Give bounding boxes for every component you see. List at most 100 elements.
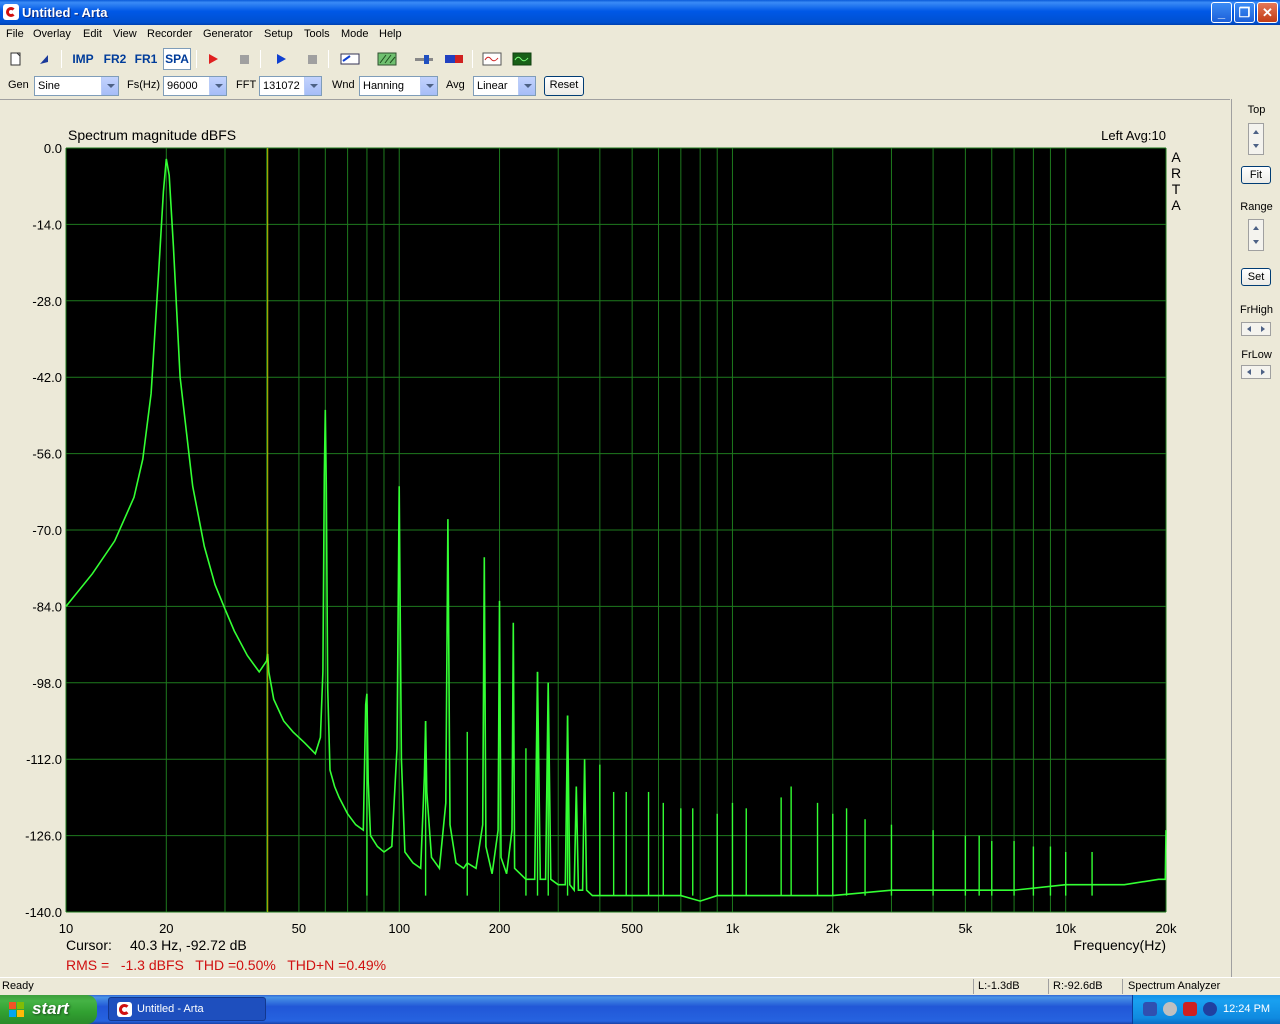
- impulse-mode-button[interactable]: IMP: [70, 48, 96, 70]
- level-meter-icon[interactable]: [442, 48, 466, 70]
- generator-select-value: Sine: [38, 80, 61, 92]
- menu-setup[interactable]: Setup: [264, 28, 293, 40]
- menu-file[interactable]: File: [6, 28, 24, 40]
- fft-size-select[interactable]: 131072: [259, 76, 322, 96]
- distortion-stats: RMS = -1.3 dBFS THD =0.50% THD+N =0.49%: [66, 957, 386, 973]
- frhigh-spinner[interactable]: [1241, 322, 1271, 336]
- top-label: Top: [1247, 104, 1266, 116]
- status-left-level: L:-1.3dB: [978, 980, 1020, 992]
- y-tick-label: -140.0: [25, 905, 62, 920]
- windows-logo-icon: [9, 1002, 24, 1017]
- channel-avg-info: Left Avg:10: [1101, 128, 1166, 143]
- menu-recorder[interactable]: Recorder: [147, 28, 192, 40]
- x-tick-label: 2k: [826, 921, 840, 936]
- y-tick-label: -70.0: [32, 523, 62, 538]
- abc-annotation-icon[interactable]: [338, 48, 362, 70]
- x-axis-label: Frequency(Hz): [1073, 937, 1166, 953]
- frhigh-label: FrHigh: [1239, 304, 1273, 316]
- system-tray: 12:24 PM: [1132, 995, 1280, 1024]
- status-mode: Spectrum Analyzer: [1128, 980, 1221, 992]
- sample-rate-select[interactable]: 96000: [163, 76, 227, 96]
- arta-logo-letter: R: [1171, 165, 1181, 181]
- stop-icon[interactable]: [233, 48, 255, 70]
- new-file-icon[interactable]: [5, 48, 27, 70]
- x-tick-label: 1k: [726, 921, 740, 936]
- chevron-down-icon[interactable]: [420, 77, 437, 95]
- antivirus-icon[interactable]: [1203, 1002, 1217, 1016]
- analyzer-controls: Gen Sine Fs(Hz) 96000 FFT 131072 Wnd Han…: [0, 73, 1280, 99]
- taskbar-arta-item[interactable]: Untitled - Arta: [108, 997, 266, 1021]
- avg-label: Avg: [446, 79, 465, 91]
- start-label: start: [32, 999, 69, 1018]
- frlow-spinner[interactable]: [1241, 365, 1271, 379]
- top-spinner[interactable]: [1248, 123, 1264, 155]
- y-tick-label: -126.0: [25, 829, 62, 844]
- network-icon[interactable]: [1143, 1002, 1157, 1016]
- fit-button[interactable]: Fit: [1241, 166, 1271, 184]
- x-tick-label: 10: [59, 921, 73, 936]
- chevron-down-icon[interactable]: [209, 77, 226, 95]
- menu-view[interactable]: View: [113, 28, 137, 40]
- chart-title: Spectrum magnitude dBFS: [68, 127, 236, 143]
- open-arrow-icon[interactable]: [33, 48, 55, 70]
- x-tick-label: 10k: [1055, 921, 1076, 936]
- frlow-label: FrLow: [1241, 349, 1272, 361]
- x-tick-label: 5k: [959, 921, 973, 936]
- x-tick-label: 50: [292, 921, 306, 936]
- x-tick-label: 100: [388, 921, 410, 936]
- arta-logo-letter: A: [1171, 149, 1181, 165]
- menu-help[interactable]: Help: [379, 28, 402, 40]
- hatched-window-icon[interactable]: [375, 48, 399, 70]
- scope-icon[interactable]: [510, 48, 534, 70]
- restore-button[interactable]: ❐: [1234, 2, 1255, 23]
- y-tick-label: -42.0: [32, 370, 62, 385]
- arta-app-icon[interactable]: [3, 4, 19, 20]
- chevron-down-icon[interactable]: [518, 77, 535, 95]
- security-shield-icon[interactable]: [1183, 1002, 1197, 1016]
- fr2-mode-button[interactable]: FR2: [102, 48, 128, 70]
- window-select[interactable]: Hanning: [359, 76, 438, 96]
- close-button[interactable]: ✕: [1257, 2, 1278, 23]
- y-tick-label: -112.0: [26, 752, 62, 767]
- averaging-select-value: Linear: [477, 80, 508, 92]
- title-bar[interactable]: Untitled - Arta _ ❐ ✕: [0, 0, 1280, 25]
- range-label: Range: [1240, 201, 1273, 213]
- window-label: Wnd: [332, 79, 355, 91]
- menu-edit[interactable]: Edit: [83, 28, 102, 40]
- start-button[interactable]: start: [0, 995, 97, 1024]
- generator-stop-icon[interactable]: [301, 48, 323, 70]
- taskbar: start Untitled - Arta 12:24 PM: [0, 995, 1280, 1024]
- minimize-button[interactable]: _: [1211, 2, 1232, 23]
- arta-logo-letter: A: [1171, 197, 1181, 213]
- cursor-label: Cursor:: [66, 937, 112, 953]
- range-spinner[interactable]: [1248, 219, 1264, 251]
- chevron-down-icon[interactable]: [304, 77, 321, 95]
- set-button[interactable]: Set: [1241, 268, 1271, 286]
- menu-mode[interactable]: Mode: [341, 28, 369, 40]
- status-ready: Ready: [2, 980, 34, 992]
- chevron-down-icon[interactable]: [101, 77, 118, 95]
- cursor-readout: 40.3 Hz, -92.72 dB: [130, 937, 247, 953]
- averaging-select[interactable]: Linear: [473, 76, 536, 96]
- y-tick-label: -14.0: [32, 217, 62, 232]
- x-tick-label: 20k: [1156, 921, 1177, 936]
- volume-icon[interactable]: [1163, 1002, 1177, 1016]
- slider-tool-icon[interactable]: [412, 48, 436, 70]
- right-control-panel: Top Fit Range Set FrHigh FrLow: [1231, 99, 1280, 977]
- generator-select[interactable]: Sine: [34, 76, 119, 96]
- y-tick-label: -98.0: [32, 676, 62, 691]
- spectrum-graph-frame: Spectrum magnitude dBFS Left Avg:10 0.0 -…: [0, 99, 1230, 977]
- x-tick-label: 200: [489, 921, 511, 936]
- menu-generator[interactable]: Generator: [203, 28, 253, 40]
- spectrum-chart[interactable]: Spectrum magnitude dBFS Left Avg:10 0.0 -…: [0, 100, 1230, 978]
- spectrum-mode-button[interactable]: SPA: [163, 48, 191, 70]
- fft-label: FFT: [236, 79, 257, 91]
- generator-wave-icon[interactable]: [480, 48, 504, 70]
- fr1-mode-button[interactable]: FR1: [133, 48, 159, 70]
- menu-tools[interactable]: Tools: [304, 28, 330, 40]
- status-bar: Ready L:-1.3dB R:-92.6dB Spectrum Analyz…: [0, 977, 1280, 995]
- generator-play-icon[interactable]: [270, 48, 292, 70]
- reset-button[interactable]: Reset: [544, 76, 584, 96]
- record-play-icon[interactable]: [202, 48, 224, 70]
- menu-overlay[interactable]: Overlay: [33, 28, 71, 40]
